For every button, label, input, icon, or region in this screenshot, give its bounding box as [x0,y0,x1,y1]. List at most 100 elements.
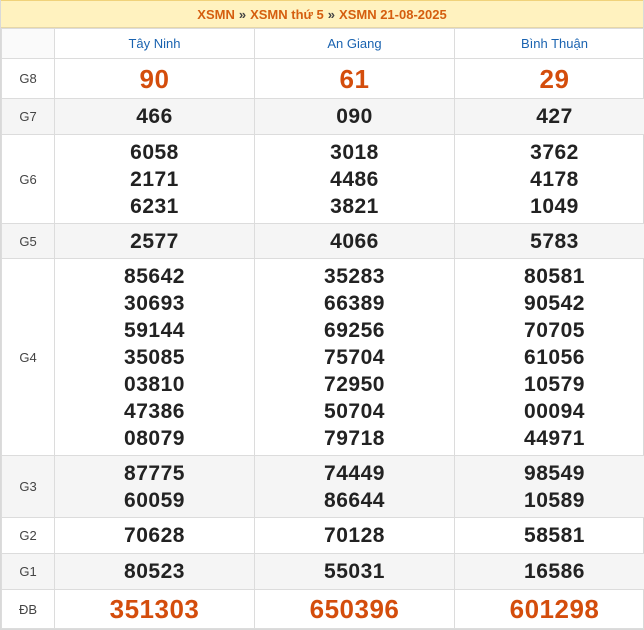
breadcrumb-separator: » [328,7,335,22]
prize-row-g3: G3 87775 60059 74449 86644 98549 10589 [2,456,644,518]
result-cell: 4066 [255,224,455,259]
result-number: 650396 [255,594,454,624]
province-header-binh-thuan[interactable]: Bình Thuận [455,29,644,59]
result-cell: 55031 [255,554,455,590]
result-number: 351303 [55,594,254,624]
result-cell: 70628 [55,518,255,554]
result-number: 6231 [55,193,254,220]
result-number: 08079 [55,425,254,452]
result-number: 72950 [255,371,454,398]
result-number: 1049 [455,193,644,220]
result-number: 61056 [455,344,644,371]
header-blank-cell [2,29,55,59]
result-number: 58581 [455,522,644,549]
result-number: 090 [255,103,454,130]
result-cell: 58581 [455,518,644,554]
result-number: 70128 [255,522,454,549]
result-cell: 5783 [455,224,644,259]
result-number: 47386 [55,398,254,425]
prize-label: G8 [2,59,55,99]
result-number: 66389 [255,290,454,317]
result-cell: 3762 4178 1049 [455,135,644,224]
result-cell: 61 [255,59,455,99]
result-number: 35283 [255,263,454,290]
prize-row-special: ĐB 351303 650396 601298 [2,590,644,629]
province-header-an-giang[interactable]: An Giang [255,29,455,59]
result-cell: 351303 [55,590,255,629]
prize-row-g4: G4 85642 30693 59144 35085 03810 47386 0… [2,259,644,456]
result-number: 10579 [455,371,644,398]
prize-row-g6: G6 6058 2171 6231 3018 4486 3821 3762 41… [2,135,644,224]
result-number: 3821 [255,193,454,220]
result-number: 90542 [455,290,644,317]
result-number: 30693 [55,290,254,317]
prize-label: G3 [2,456,55,518]
result-number: 2171 [55,166,254,193]
result-number: 00094 [455,398,644,425]
result-cell: 466 [55,99,255,135]
breadcrumb: XSMN » XSMN thứ 5 » XSMN 21-08-2025 [1,0,643,28]
result-number: 601298 [455,594,644,624]
province-header-tay-ninh[interactable]: Tây Ninh [55,29,255,59]
result-number: 3762 [455,139,644,166]
result-number: 2577 [55,228,254,255]
result-cell: 80523 [55,554,255,590]
result-number: 10589 [455,487,644,514]
prize-row-g7: G7 466 090 427 [2,99,644,135]
result-number: 35085 [55,344,254,371]
prize-label: ĐB [2,590,55,629]
breadcrumb-separator: » [239,7,246,22]
breadcrumb-link-xsmn[interactable]: XSMN [197,7,235,22]
result-number: 80523 [55,558,254,585]
result-number: 3018 [255,139,454,166]
result-number: 50704 [255,398,454,425]
result-number: 69256 [255,317,454,344]
result-number: 4178 [455,166,644,193]
prize-row-g1: G1 80523 55031 16586 [2,554,644,590]
result-number: 4066 [255,228,454,255]
result-cell: 35283 66389 69256 75704 72950 50704 7971… [255,259,455,456]
result-number: 03810 [55,371,254,398]
result-cell: 2577 [55,224,255,259]
prize-label: G5 [2,224,55,259]
result-cell: 74449 86644 [255,456,455,518]
result-cell: 3018 4486 3821 [255,135,455,224]
result-number: 87775 [55,460,254,487]
prize-row-g5: G5 2577 4066 5783 [2,224,644,259]
result-number: 70705 [455,317,644,344]
results-panel: XSMN » XSMN thứ 5 » XSMN 21-08-2025 Tây … [0,0,644,630]
breadcrumb-link-current-date[interactable]: XSMN 21-08-2025 [339,7,447,22]
result-number: 59144 [55,317,254,344]
result-number: 29 [455,64,644,94]
breadcrumb-link-xsmn-thu-5[interactable]: XSMN thứ 5 [250,7,324,22]
result-cell: 090 [255,99,455,135]
result-cell: 98549 10589 [455,456,644,518]
result-number: 5783 [455,228,644,255]
result-number: 427 [455,103,644,130]
result-number: 4486 [255,166,454,193]
result-cell: 650396 [255,590,455,629]
result-number: 75704 [255,344,454,371]
prize-row-g8: G8 90 61 29 [2,59,644,99]
results-table: Tây Ninh An Giang Bình Thuận G8 90 61 29… [1,28,644,629]
province-header-row: Tây Ninh An Giang Bình Thuận [2,29,644,59]
result-number: 90 [55,64,254,94]
result-cell: 90 [55,59,255,99]
result-number: 79718 [255,425,454,452]
result-cell: 87775 60059 [55,456,255,518]
result-number: 60059 [55,487,254,514]
result-cell: 85642 30693 59144 35085 03810 47386 0807… [55,259,255,456]
result-number: 466 [55,103,254,130]
result-number: 6058 [55,139,254,166]
result-number: 16586 [455,558,644,585]
result-number: 98549 [455,460,644,487]
prize-label: G2 [2,518,55,554]
result-number: 61 [255,64,454,94]
result-cell: 80581 90542 70705 61056 10579 00094 4497… [455,259,644,456]
result-cell: 29 [455,59,644,99]
prize-label: G1 [2,554,55,590]
result-cell: 70128 [255,518,455,554]
result-cell: 6058 2171 6231 [55,135,255,224]
result-cell: 16586 [455,554,644,590]
result-number: 74449 [255,460,454,487]
